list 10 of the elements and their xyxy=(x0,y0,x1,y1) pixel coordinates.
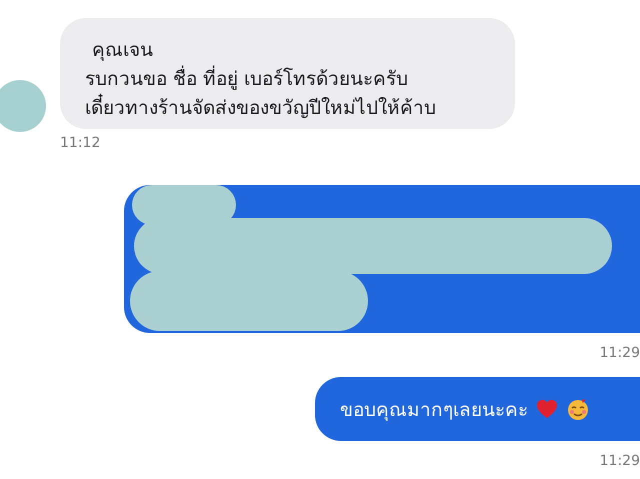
message-time: 11:29 xyxy=(600,344,640,363)
message-text: ขอบคุณมากๆเลยนะคะ xyxy=(340,398,528,423)
message-text: เดี๋ยวทางร้านจัดส่งของขวัญปีใหม่ไปให้ค้าบ xyxy=(85,94,515,123)
message-time: 11:12 xyxy=(60,134,100,153)
smiley-icon xyxy=(566,397,590,421)
avatar[interactable] xyxy=(0,80,46,132)
message-text: รบกวนขอ ชื่อ ที่อยู่ เบอร์โทรด้วยนะครับ xyxy=(85,65,515,94)
heart-icon xyxy=(536,399,558,419)
message-time: 11:29 xyxy=(600,452,640,471)
message-text: คุณเจน xyxy=(91,38,154,63)
